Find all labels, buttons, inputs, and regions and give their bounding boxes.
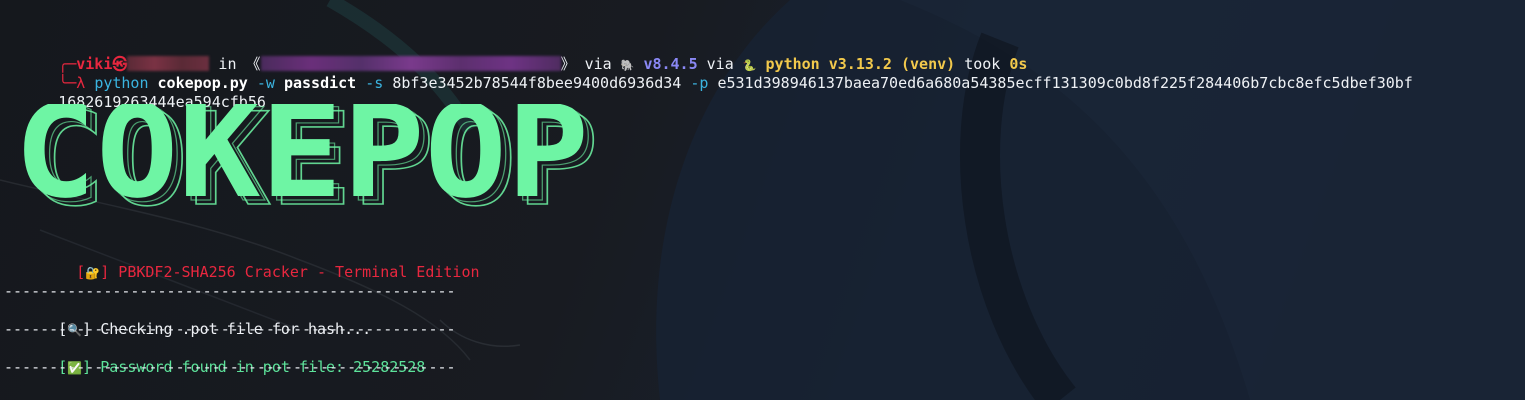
command-line[interactable]: ╰─λ python cokepop.py -w passdict -s 8bf… [4, 55, 1413, 92]
separator-1: ----------------------------------------… [4, 282, 456, 300]
result-line: [✅] Password found in pot file: 25282528 [4, 339, 425, 376]
lock-icon: 🔐 [85, 266, 101, 280]
flag-s: -s [365, 74, 384, 92]
separator-3: ----------------------------------------… [4, 358, 456, 376]
arg-wordlist: passdict [283, 74, 357, 92]
flag-p: -p [690, 74, 709, 92]
arg-hash-part1: e531d398946137baea70ed6a680a54385ecff131… [717, 74, 1413, 92]
subtitle-line: [🔐] PBKDF2-SHA256 Cracker - Terminal Edi… [4, 244, 479, 281]
prompt-line: ╭─viki㉿ in 《》 via 🐘 v8.4.5 via 🐍 python … [4, 36, 1027, 73]
subtitle-bracket-open: [ [76, 263, 86, 281]
subtitle-bracket-close: ] [100, 263, 110, 281]
cokepop-logo: COKEPOP COKEPOP COKEPOP [14, 104, 600, 219]
command-line-wrap: 1682619263444ea594cfb56 [4, 74, 266, 111]
check-line: [🔍] Checking .pot file for hash... [4, 301, 371, 338]
terminal-window[interactable]: ╭─viki㉿ in 《》 via 🐘 v8.4.5 via 🐍 python … [0, 0, 1525, 400]
logo-main-text: COKEPOP [14, 104, 589, 219]
separator-2: ----------------------------------------… [4, 320, 456, 338]
arg-salt: 8bf3e3452b78544f8bee9400d6936d34 [392, 74, 682, 92]
subtitle-text: PBKDF2-SHA256 Cracker - Terminal Edition [118, 263, 480, 281]
